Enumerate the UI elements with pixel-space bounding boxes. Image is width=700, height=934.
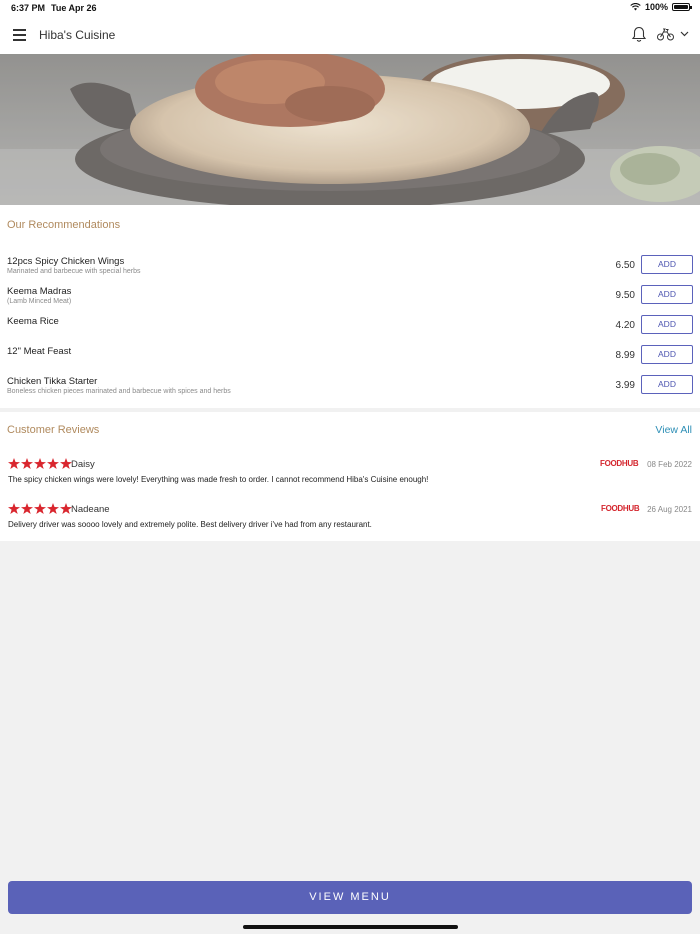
item-description: Marinated and barbecue with special herb… — [7, 268, 141, 275]
foodhub-logo: FOODHUB — [600, 459, 639, 468]
item-name: 12pcs Spicy Chicken Wings — [7, 256, 125, 267]
star-icon — [8, 503, 20, 514]
item-description: (Lamb Minced Meat) — [7, 298, 72, 305]
wifi-icon — [630, 3, 641, 11]
reviewer-name: Nadeane — [71, 504, 110, 515]
restaurant-title: Hiba's Cuisine — [39, 28, 116, 42]
hero-food-image — [0, 54, 700, 205]
star-icon — [34, 503, 46, 514]
item-price: 4.20 — [615, 320, 635, 331]
delivery-bike-icon[interactable] — [657, 28, 674, 41]
battery-icon — [672, 3, 692, 11]
item-name: 12" Meat Feast — [7, 346, 72, 357]
review-date: 08 Feb 2022 — [647, 460, 692, 469]
star-icon — [47, 503, 59, 514]
notification-bell-icon[interactable] — [631, 26, 647, 43]
review-text: The spicy chicken wings were lovely! Eve… — [8, 475, 429, 484]
menu-item: 12pcs Spicy Chicken Wings Marinated and … — [0, 255, 700, 284]
item-price: 9.50 — [615, 290, 635, 301]
hamburger-menu-icon[interactable] — [13, 29, 26, 41]
review-date: 26 Aug 2021 — [647, 505, 692, 514]
view-all-link[interactable]: View All — [655, 424, 692, 436]
star-icon — [34, 458, 46, 469]
recommendations-section: Our Recommendations 12pcs Spicy Chicken … — [0, 205, 700, 408]
reviews-section: Customer Reviews View All Daisy FOODHUB … — [0, 412, 700, 541]
reviewer-name: Daisy — [71, 459, 95, 470]
recommendations-title: Our Recommendations — [7, 219, 121, 231]
item-name: Keema Rice — [7, 316, 59, 327]
add-button[interactable]: ADD — [641, 345, 693, 364]
home-indicator — [243, 925, 458, 929]
review-item: Daisy FOODHUB 08 Feb 2022 The spicy chic… — [0, 458, 700, 494]
review-text: Delivery driver was soooo lovely and ext… — [8, 520, 372, 529]
item-price: 3.99 — [615, 380, 635, 391]
status-time: 6:37 PM — [11, 3, 46, 13]
item-name: Chicken Tikka Starter — [7, 376, 98, 387]
review-item: Nadeane FOODHUB 26 Aug 2021 Delivery dri… — [0, 503, 700, 539]
star-icon — [21, 458, 33, 469]
star-rating — [8, 458, 72, 469]
battery-percent: 100% — [644, 2, 668, 12]
status-date: Tue Apr 26 — [51, 3, 97, 13]
add-button[interactable]: ADD — [641, 285, 693, 304]
item-price: 8.99 — [615, 350, 635, 361]
item-description: Boneless chicken pieces marinated and ba… — [7, 388, 231, 395]
menu-item: Keema Rice 4.20 ADD — [0, 315, 700, 344]
app-header: Hiba's Cuisine — [0, 16, 700, 54]
view-menu-button[interactable]: VIEW MENU — [8, 881, 692, 914]
reviews-title: Customer Reviews — [7, 424, 100, 436]
status-bar: 6:37 PM Tue Apr 26 100% — [0, 0, 700, 16]
star-icon — [21, 503, 33, 514]
status-right: 100% — [630, 2, 692, 12]
add-button[interactable]: ADD — [641, 315, 693, 334]
item-price: 6.50 — [615, 260, 635, 271]
item-name: Keema Madras — [7, 286, 72, 297]
foodhub-logo: FOODHUB — [601, 504, 640, 513]
star-rating — [8, 503, 72, 514]
chevron-down-icon[interactable] — [680, 31, 689, 37]
star-icon — [8, 458, 20, 469]
menu-item: 12" Meat Feast 8.99 ADD — [0, 345, 700, 374]
star-icon — [47, 458, 59, 469]
menu-item: Keema Madras (Lamb Minced Meat) 9.50 ADD — [0, 285, 700, 314]
menu-item: Chicken Tikka Starter Boneless chicken p… — [0, 375, 700, 404]
add-button[interactable]: ADD — [641, 375, 693, 394]
add-button[interactable]: ADD — [641, 255, 693, 274]
